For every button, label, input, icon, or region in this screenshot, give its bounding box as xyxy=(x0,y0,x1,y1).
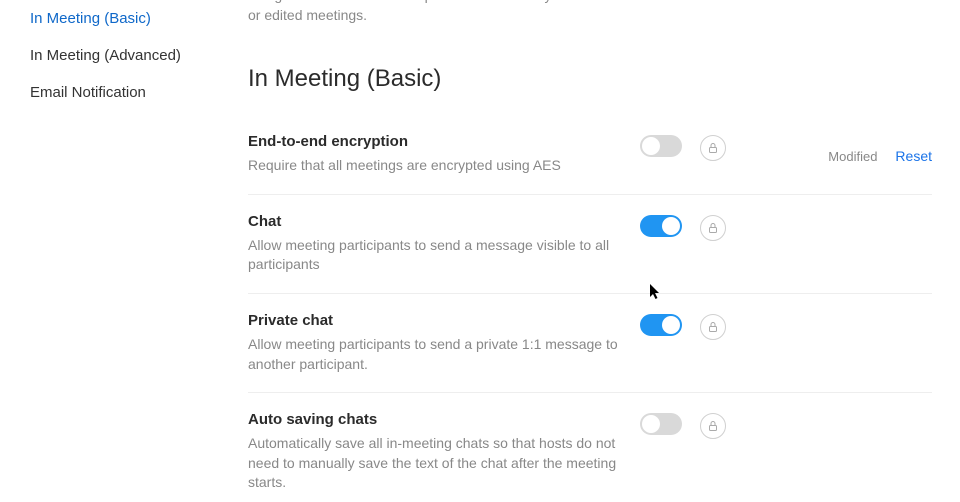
setting-controls xyxy=(640,133,726,176)
setting-desc: Allow meeting participants to send a pri… xyxy=(248,335,628,374)
setting-desc: Automatically save all in-meeting chats … xyxy=(248,434,628,493)
modified-label: Modified xyxy=(828,149,877,164)
lock-icon[interactable] xyxy=(700,215,726,241)
setting-title: Chat xyxy=(248,213,628,230)
setting-title: Private chat xyxy=(248,312,628,329)
toggle-private-chat[interactable] xyxy=(640,314,682,336)
setting-text: Chat Allow meeting participants to send … xyxy=(248,213,628,275)
setting-text: End-to-end encryption Require that all m… xyxy=(248,133,628,176)
setting-desc: Allow meeting participants to send a mes… xyxy=(248,236,628,275)
setting-row: Chat Allow meeting participants to send … xyxy=(248,195,932,294)
sidebar-item-in-meeting-advanced[interactable]: In Meeting (Advanced) xyxy=(30,37,240,74)
previous-setting-desc: Will generate and send new passwords for… xyxy=(248,0,628,25)
setting-controls xyxy=(640,411,726,493)
reset-link[interactable]: Reset xyxy=(895,148,932,164)
settings-sidebar: In Meeting (Basic) In Meeting (Advanced)… xyxy=(0,0,240,502)
setting-desc: Require that all meetings are encrypted … xyxy=(248,156,628,176)
setting-controls xyxy=(640,213,726,275)
sidebar-item-in-meeting-basic[interactable]: In Meeting (Basic) xyxy=(30,0,240,37)
toggle-encryption[interactable] xyxy=(640,135,682,157)
lock-icon[interactable] xyxy=(700,314,726,340)
setting-status: Modified Reset xyxy=(828,133,932,176)
lock-icon[interactable] xyxy=(700,413,726,439)
lock-icon[interactable] xyxy=(700,135,726,161)
sidebar-item-email-notification[interactable]: Email Notification xyxy=(30,74,240,111)
toggle-chat[interactable] xyxy=(640,215,682,237)
toggle-auto-save-chats[interactable] xyxy=(640,413,682,435)
setting-row: End-to-end encryption Require that all m… xyxy=(248,115,932,195)
settings-content: Will generate and send new passwords for… xyxy=(240,0,960,502)
setting-controls xyxy=(640,312,726,374)
setting-row: Auto saving chats Automatically save all… xyxy=(248,393,932,502)
setting-title: End-to-end encryption xyxy=(248,133,628,150)
section-title: In Meeting (Basic) xyxy=(248,65,932,93)
setting-title: Auto saving chats xyxy=(248,411,628,428)
setting-text: Private chat Allow meeting participants … xyxy=(248,312,628,374)
setting-text: Auto saving chats Automatically save all… xyxy=(248,411,628,493)
setting-row: Private chat Allow meeting participants … xyxy=(248,294,932,393)
